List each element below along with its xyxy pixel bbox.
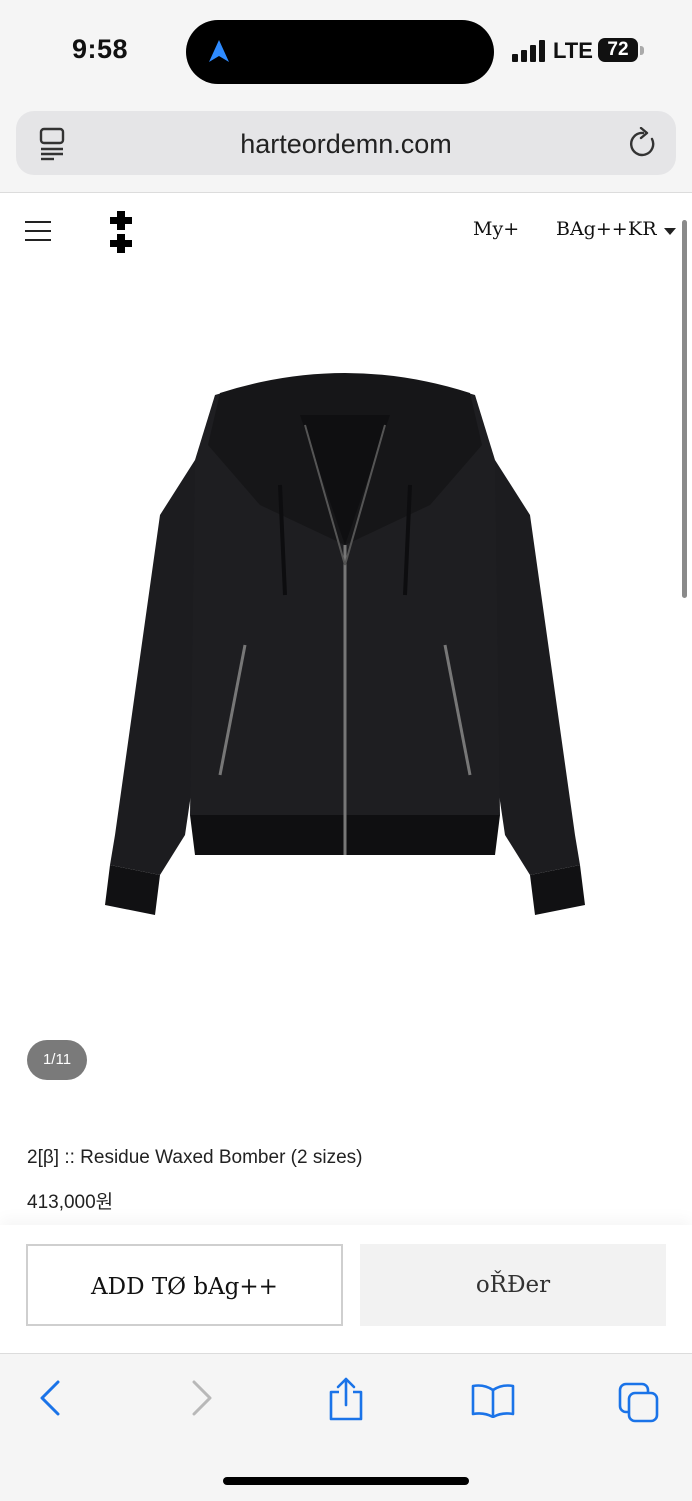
- reload-icon[interactable]: [628, 127, 658, 159]
- forward-chevron-icon[interactable]: [186, 1378, 216, 1418]
- address-bar[interactable]: harteordemn.com: [16, 111, 676, 175]
- purchase-actions: ADD TØ bAg++ oŘĐer: [0, 1225, 692, 1353]
- product-price: 413,000원: [27, 1192, 114, 1213]
- product-title: 2[β] :: Residue Waxed Bomber (2 sizes): [27, 1147, 363, 1168]
- nav-my-account[interactable]: My+: [473, 218, 519, 240]
- battery-level: 72: [598, 38, 638, 62]
- signal-icon: [512, 40, 545, 62]
- battery-tip: [640, 46, 644, 55]
- page-scrollbar[interactable]: [682, 220, 687, 598]
- back-chevron-icon[interactable]: [36, 1378, 66, 1418]
- bookmarks-icon[interactable]: [470, 1382, 516, 1418]
- share-icon[interactable]: [326, 1376, 366, 1422]
- tabs-icon[interactable]: [618, 1382, 660, 1424]
- order-button[interactable]: oŘĐer: [360, 1244, 666, 1326]
- home-indicator[interactable]: [223, 1477, 469, 1485]
- status-bar: 9:58 LTE 72: [0, 0, 692, 104]
- double-cross-logo-icon[interactable]: [108, 209, 134, 255]
- add-to-bag-button[interactable]: ADD TØ bAg++: [26, 1244, 343, 1326]
- network-type: LTE: [553, 38, 593, 63]
- site-header: My+ BAg++ KR: [0, 193, 692, 271]
- chevron-down-icon[interactable]: [664, 228, 676, 235]
- product-image[interactable]: [100, 365, 590, 925]
- nav-bag[interactable]: BAg++: [556, 218, 628, 240]
- browser-address-area: harteordemn.com: [0, 104, 692, 193]
- url-text[interactable]: harteordemn.com: [16, 129, 676, 160]
- location-arrow-icon: [209, 40, 229, 62]
- hamburger-menu-icon[interactable]: [24, 219, 52, 243]
- gallery-pager: 1/11: [27, 1040, 87, 1080]
- browser-toolbar: [0, 1353, 692, 1501]
- region-selector[interactable]: KR: [628, 218, 657, 240]
- dynamic-island: [186, 20, 494, 84]
- status-time: 9:58: [72, 34, 129, 64]
